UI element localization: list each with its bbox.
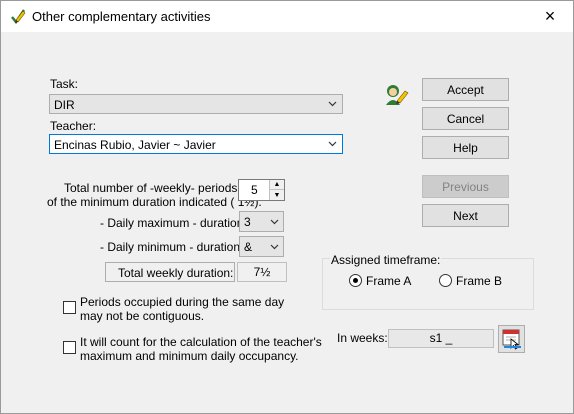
weeks-calendar-button[interactable] bbox=[498, 325, 525, 353]
task-select[interactable]: DIR bbox=[49, 94, 343, 114]
frame-b-label: Frame B bbox=[456, 274, 503, 288]
close-button[interactable]: × bbox=[527, 1, 573, 32]
chevron-down-icon bbox=[270, 244, 279, 250]
periods-stepper[interactable]: 5 ▲ ▼ bbox=[238, 179, 285, 201]
accept-button[interactable]: Accept bbox=[422, 78, 509, 101]
periods-label-line2: of the minimum duration indicated ( 1½): bbox=[47, 195, 262, 209]
title-bar: Other complementary activities × bbox=[1, 1, 573, 32]
weekly-duration-value: 7½ bbox=[237, 262, 287, 282]
next-button[interactable]: Next bbox=[422, 204, 509, 227]
frame-a-radio[interactable] bbox=[349, 274, 362, 287]
window-title: Other complementary activities bbox=[32, 9, 211, 24]
cancel-button[interactable]: Cancel bbox=[422, 107, 509, 130]
timeframe-label: Assigned timeframe: bbox=[330, 253, 442, 267]
weekly-duration-label: Total weekly duration: bbox=[118, 266, 234, 280]
pencil-check-icon bbox=[11, 9, 26, 24]
periods-value: 5 bbox=[251, 183, 258, 197]
teacher-value: Encinas Rubio, Javier ~ Javier bbox=[54, 138, 216, 152]
count-occupancy-checkbox[interactable] bbox=[63, 341, 76, 354]
daily-min-select[interactable]: & bbox=[239, 236, 284, 257]
daily-max-select[interactable]: 3 bbox=[239, 211, 284, 232]
calendar-pointer-icon bbox=[502, 329, 521, 350]
weeks-label: In weeks: bbox=[337, 331, 388, 345]
non-contiguous-label: Periods occupied during the same day may… bbox=[80, 295, 285, 323]
weekly-duration-label-box: Total weekly duration: bbox=[105, 262, 235, 282]
chevron-down-icon bbox=[328, 141, 337, 147]
teacher-pencil-icon bbox=[386, 85, 409, 105]
frame-b-radio[interactable] bbox=[439, 274, 452, 287]
daily-min-label: - Daily minimum - duration: bbox=[100, 240, 244, 254]
close-icon: × bbox=[544, 6, 556, 26]
daily-max-label: - Daily maximum - duration: bbox=[100, 216, 247, 230]
stepper-up-icon[interactable]: ▲ bbox=[269, 180, 284, 190]
previous-button[interactable]: Previous bbox=[422, 175, 509, 198]
task-value: DIR bbox=[54, 98, 75, 112]
teacher-select[interactable]: Encinas Rubio, Javier ~ Javier bbox=[49, 134, 343, 154]
chevron-down-icon bbox=[270, 219, 279, 225]
count-occupancy-label: It will count for the calculation of the… bbox=[80, 335, 322, 363]
stepper-down-icon[interactable]: ▼ bbox=[269, 190, 284, 200]
frame-a-label: Frame A bbox=[366, 274, 412, 288]
help-button[interactable]: Help bbox=[422, 136, 509, 159]
weeks-value: s1 _ bbox=[388, 329, 494, 348]
teacher-label: Teacher: bbox=[50, 119, 97, 133]
chevron-down-icon bbox=[328, 101, 337, 107]
non-contiguous-checkbox[interactable] bbox=[63, 301, 76, 314]
daily-max-value: 3 bbox=[244, 215, 251, 229]
periods-label-line1: Total number of -weekly- periods bbox=[64, 181, 238, 195]
task-label: Task: bbox=[50, 77, 79, 91]
daily-min-value: & bbox=[244, 240, 253, 254]
